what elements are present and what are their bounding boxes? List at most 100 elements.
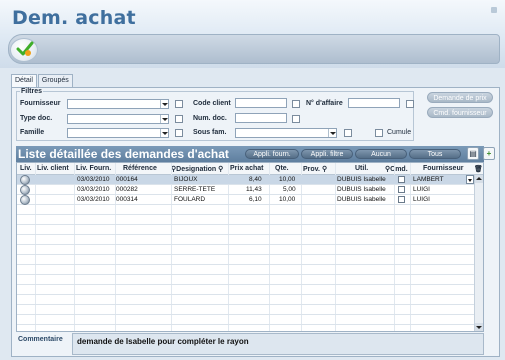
table-rows: 03/03/2010 000164 BIJOUX 8,40 10,00 DUBU… [17, 175, 483, 325]
scroll-down-icon[interactable] [475, 323, 483, 331]
fournisseur-dropdown[interactable] [466, 175, 474, 184]
col-util[interactable]: Util. [355, 165, 368, 172]
table-row[interactable]: 03/03/2010 000164 BIJOUX 8,40 10,00 DUBU… [17, 175, 483, 185]
cmd-fournisseur-button[interactable]: Cmd. fournisseur [427, 107, 493, 118]
col-liv-client[interactable]: Liv. client [37, 165, 69, 172]
appli-filtre-button[interactable]: Appli. filtre [301, 149, 353, 159]
empty-row [17, 305, 483, 315]
cell-qte: 10,00 [279, 176, 296, 183]
cell-reference: 000164 [116, 176, 138, 183]
col-reference[interactable]: Référence [123, 165, 157, 172]
status-ball-icon[interactable] [20, 195, 30, 205]
status-ball-icon[interactable] [20, 175, 30, 185]
tab-groupes[interactable]: Groupés [37, 74, 73, 87]
chevron-down-icon [160, 115, 168, 123]
sous-fam-label: Sous fam. [193, 129, 227, 136]
empty-row [17, 285, 483, 295]
empty-row [17, 255, 483, 265]
famille-checkbox[interactable] [175, 129, 183, 137]
empty-row [17, 275, 483, 285]
col-liv[interactable]: Liv. [20, 165, 32, 172]
comment-label: Commentaire [18, 336, 63, 343]
col-liv-fourn[interactable]: Liv. Fourn. [76, 165, 111, 172]
code-client-checkbox[interactable] [292, 100, 300, 108]
type-doc-checkbox[interactable] [175, 115, 183, 123]
cumule-label: Cumule [387, 129, 412, 136]
demande-prix-button[interactable]: Demande de prix [427, 92, 493, 103]
cell-fournisseur: LUIGI [413, 186, 430, 193]
fournisseur-checkbox[interactable] [175, 100, 183, 108]
tab-bar: Détail Groupés [11, 74, 74, 87]
empty-row [17, 215, 483, 225]
comment-field[interactable]: demande de Isabelle pour compléter le ra… [72, 333, 484, 355]
cell-fournisseur: LAMBERT [413, 176, 444, 183]
cell-liv-fourn: 03/03/2010 [77, 196, 110, 203]
cell-prix: 8,40 [249, 176, 262, 183]
cmd-checkbox[interactable] [398, 176, 405, 183]
cell-util: DUBUIS Isabelle [337, 196, 386, 203]
code-client-input[interactable] [235, 98, 287, 108]
empty-row [17, 235, 483, 245]
type-doc-label: Type doc. [20, 115, 53, 122]
chevron-down-icon [160, 129, 168, 137]
num-doc-label: Num. doc. [193, 115, 227, 122]
cell-fournisseur: LUIGI [413, 196, 430, 203]
affaire-input[interactable] [348, 98, 400, 108]
chevron-down-icon [328, 129, 336, 137]
affaire-label: N° d'affaire [306, 100, 343, 107]
list-title: Liste détaillée des demandes d'achat [18, 147, 229, 161]
appli-fourn-button[interactable]: Appli. fourn. [245, 149, 299, 159]
vertical-scrollbar[interactable] [474, 175, 483, 331]
cell-designation: SERRE-TETE [174, 186, 216, 193]
empty-row [17, 225, 483, 235]
sous-fam-select[interactable] [235, 128, 337, 138]
print-icon[interactable]: ▤ [467, 147, 479, 160]
chevron-down-icon [160, 100, 168, 108]
num-doc-input[interactable] [235, 113, 287, 123]
empty-row [17, 295, 483, 305]
tous-button[interactable]: Tous [409, 149, 461, 159]
col-cmd[interactable]: ⚲Cmd. [385, 165, 408, 173]
table-row[interactable]: 03/03/2010 000314 FOULARD 6,10 10,00 DUB… [17, 195, 483, 205]
requests-table: Liv. Liv. client Liv. Fourn. Référence ⚲… [16, 162, 484, 332]
col-prix-achat[interactable]: Prix achat [230, 165, 263, 172]
filters-legend: Filtres [20, 88, 44, 95]
cmd-checkbox[interactable] [398, 186, 405, 193]
checkmark-cart-icon [16, 41, 34, 56]
empty-row [17, 245, 483, 255]
col-qte[interactable]: Qte. [275, 165, 289, 172]
sous-fam-checkbox[interactable] [344, 129, 352, 137]
trash-icon[interactable]: 🗑 [474, 165, 483, 173]
affaire-checkbox[interactable] [406, 100, 414, 108]
cell-reference: 000314 [116, 196, 138, 203]
app-title: Dem. achat [12, 7, 136, 29]
empty-row [17, 265, 483, 275]
cumule-checkbox[interactable] [375, 129, 383, 137]
cell-reference: 000282 [116, 186, 138, 193]
fournisseur-select[interactable] [67, 99, 169, 109]
status-ball-icon[interactable] [20, 185, 30, 195]
cell-util: DUBUIS Isabelle [337, 176, 386, 183]
col-designation[interactable]: ⚲Designation ⚲ [171, 165, 223, 173]
toolbar-band [8, 34, 500, 64]
table-row[interactable]: 03/03/2010 000282 SERRE-TETE 11,43 5,00 … [17, 185, 483, 195]
cell-qte: 10,00 [279, 196, 296, 203]
cell-prix: 6,10 [249, 196, 262, 203]
cell-util: DUBUIS Isabelle [337, 186, 386, 193]
add-icon[interactable]: + [483, 147, 495, 160]
famille-select[interactable] [67, 128, 169, 138]
cell-prix: 11,43 [246, 186, 262, 193]
col-prov[interactable]: Prov. ⚲ [303, 165, 327, 173]
type-doc-select[interactable] [67, 114, 169, 124]
window-corner-icon[interactable] [491, 7, 497, 13]
num-doc-checkbox[interactable] [292, 115, 300, 123]
aucun-button[interactable]: Aucun [355, 149, 407, 159]
tab-detail[interactable]: Détail [11, 74, 37, 87]
table-header: Liv. Liv. client Liv. Fourn. Référence ⚲… [17, 163, 483, 175]
col-fournisseur[interactable]: Fournisseur [423, 165, 463, 172]
cmd-checkbox[interactable] [398, 196, 405, 203]
cell-liv-fourn: 03/03/2010 [77, 176, 110, 183]
scroll-up-icon[interactable] [475, 175, 483, 183]
fournisseur-label: Fournisseur [20, 100, 61, 107]
cell-qte: 5,00 [283, 186, 296, 193]
